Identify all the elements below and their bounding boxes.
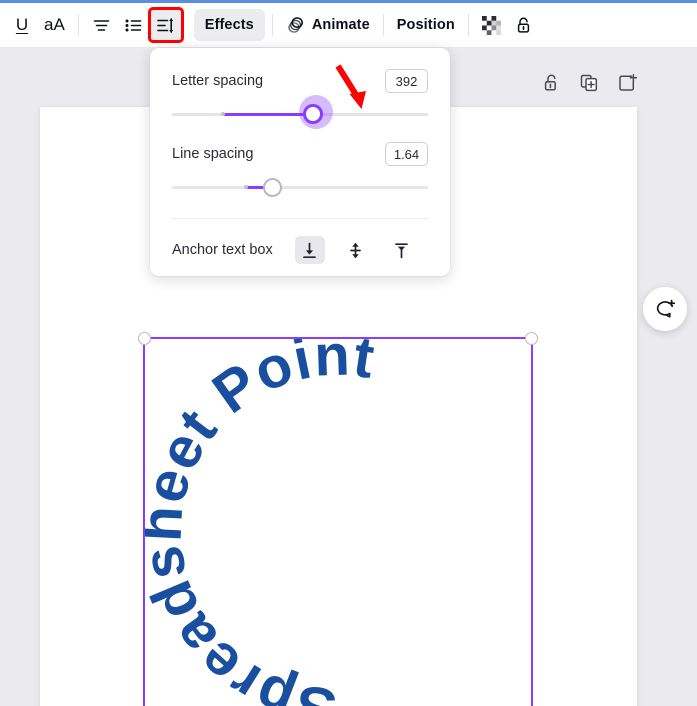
- align-button[interactable]: [86, 9, 118, 41]
- panel-divider: [172, 218, 428, 219]
- underline-button[interactable]: U: [6, 9, 38, 41]
- line-spacing-value-input[interactable]: 1.64: [385, 142, 428, 166]
- letter-spacing-slider-thumb[interactable]: [302, 104, 323, 124]
- line-spacing-default-tick: [243, 185, 248, 189]
- toolbar-divider-3: [382, 14, 384, 36]
- text-toolbar: U aA Effects Animate Position: [0, 3, 697, 48]
- animate-label: Animate: [311, 17, 370, 33]
- line-spacing-slider-thumb[interactable]: [262, 178, 282, 197]
- anchor-options: [294, 236, 417, 264]
- text-case-button[interactable]: aA: [38, 9, 71, 41]
- line-spacing-button[interactable]: [147, 7, 184, 43]
- line-spacing-slider[interactable]: [172, 172, 428, 202]
- anchor-bottom-button[interactable]: [294, 236, 325, 264]
- letter-spacing-row: Letter spacing 392: [172, 68, 428, 94]
- line-spacing-row: Line spacing 1.64: [172, 141, 428, 167]
- resize-handle-top-left[interactable]: [138, 332, 151, 345]
- lock-icon: [514, 16, 533, 35]
- bullet-list-button[interactable]: [118, 9, 150, 41]
- position-label: Position: [396, 17, 455, 33]
- line-spacing-label: Line spacing: [172, 146, 254, 162]
- add-comment-icon: [654, 298, 677, 321]
- lock-button[interactable]: [508, 9, 540, 41]
- position-button[interactable]: Position: [391, 9, 461, 41]
- effects-popover: Letter spacing 392 Line spacing 1.64 Anc…: [150, 48, 450, 276]
- anchor-text-box-row: Anchor text box: [172, 236, 428, 264]
- animate-circles-icon: [286, 16, 305, 35]
- line-spacing-track[interactable]: [172, 186, 428, 189]
- unlock-icon[interactable]: [542, 73, 561, 93]
- canva-editor-screen: U aA Effects Animate Position pread et P…: [0, 0, 697, 706]
- text-case-label: aA: [44, 15, 65, 34]
- transparency-button[interactable]: [476, 9, 508, 41]
- add-comment-button[interactable]: [643, 287, 687, 331]
- anchor-text-box-label: Anchor text box: [172, 242, 273, 258]
- duplicate-page-icon[interactable]: [579, 73, 599, 93]
- toolbar-divider: [77, 14, 79, 36]
- toolbar-divider-2: [271, 14, 273, 36]
- page-action-icons: [542, 73, 637, 93]
- anchor-middle-button[interactable]: [341, 236, 371, 264]
- letter-spacing-value-input[interactable]: 392: [385, 69, 428, 93]
- align-icon: [92, 16, 111, 35]
- animate-button[interactable]: Animate: [280, 9, 376, 41]
- letter-spacing-default-tick: [220, 112, 225, 116]
- selection-frame[interactable]: [138, 332, 538, 706]
- add-page-icon[interactable]: [617, 73, 637, 93]
- line-spacing-icon: [156, 16, 175, 35]
- transparency-checker-icon: [482, 15, 502, 35]
- effects-label: Effects: [204, 17, 254, 33]
- toolbar-divider-4: [467, 14, 469, 36]
- bullet-list-icon: [124, 16, 143, 35]
- resize-handle-top-right[interactable]: [525, 332, 538, 345]
- letter-spacing-label: Letter spacing: [172, 73, 264, 89]
- effects-button[interactable]: Effects: [193, 9, 265, 41]
- anchor-top-button[interactable]: [387, 236, 417, 264]
- letter-spacing-slider[interactable]: [172, 95, 428, 129]
- underline-label: U: [15, 15, 29, 34]
